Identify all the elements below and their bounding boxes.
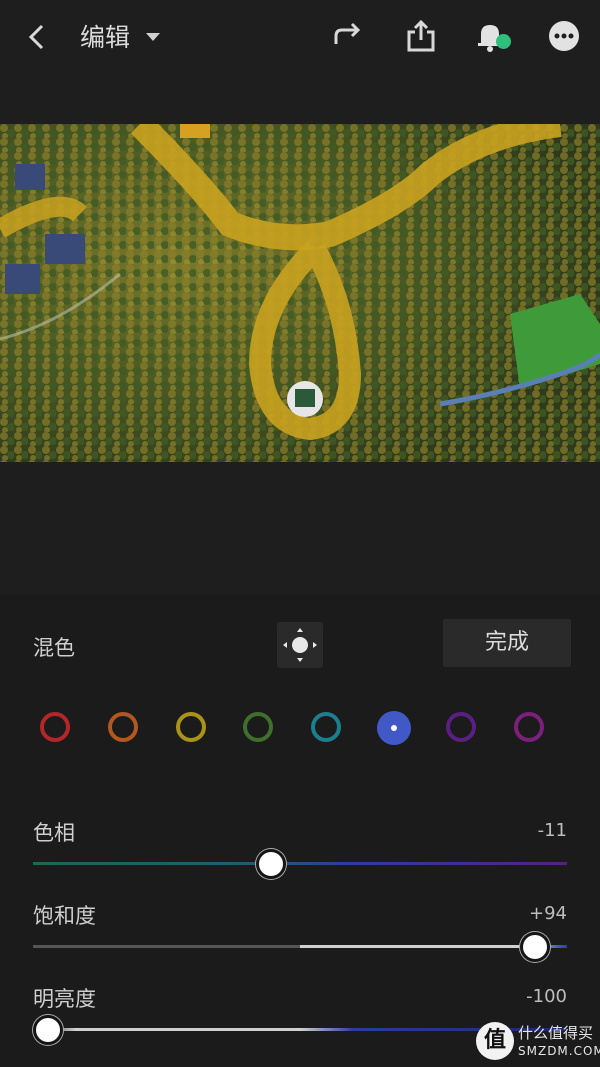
saturation-slider-thumb[interactable] [520, 932, 550, 962]
swatch-orange[interactable] [108, 712, 138, 742]
hue-label: 色相 [33, 821, 75, 845]
target-adjust-icon [283, 628, 317, 662]
watermark-text: 什么值得买 [518, 1024, 594, 1042]
title-dropdown-icon[interactable] [146, 33, 160, 41]
selected-dot [391, 725, 397, 731]
swatch-magenta[interactable] [514, 712, 544, 742]
page-title[interactable]: 编辑 [80, 18, 130, 54]
saturation-label: 饱和度 [33, 904, 96, 928]
watermark-logo: 值 [476, 1022, 514, 1060]
redo-icon[interactable] [330, 18, 366, 54]
photo-preview[interactable] [0, 124, 600, 462]
target-adjust-button[interactable] [277, 622, 323, 668]
hue-value: -11 [537, 820, 567, 841]
swatch-purple[interactable] [446, 712, 476, 742]
notification-dot [496, 34, 511, 49]
luminance-slider-thumb[interactable] [33, 1015, 63, 1045]
swatch-red[interactable] [40, 712, 70, 742]
swatch-green[interactable] [243, 712, 273, 742]
saturation-value: +94 [529, 903, 567, 924]
swatch-yellow[interactable] [176, 712, 206, 742]
top-bar: 编辑 [0, 0, 600, 75]
watermark-url: SMZDM.COM [518, 1044, 600, 1058]
hue-slider-thumb[interactable] [256, 849, 286, 879]
share-icon[interactable] [403, 18, 439, 54]
luminance-label: 明亮度 [33, 987, 96, 1011]
more-icon[interactable] [546, 18, 582, 54]
done-button[interactable]: 完成 [443, 619, 571, 667]
hue-track[interactable] [33, 862, 567, 865]
color-mix-label: 混色 [33, 636, 75, 660]
back-icon[interactable] [22, 20, 52, 54]
swatch-blue-selected[interactable] [377, 711, 411, 745]
luminance-value: -100 [526, 986, 567, 1007]
saturation-track[interactable] [33, 945, 567, 948]
swatch-aqua[interactable] [311, 712, 341, 742]
